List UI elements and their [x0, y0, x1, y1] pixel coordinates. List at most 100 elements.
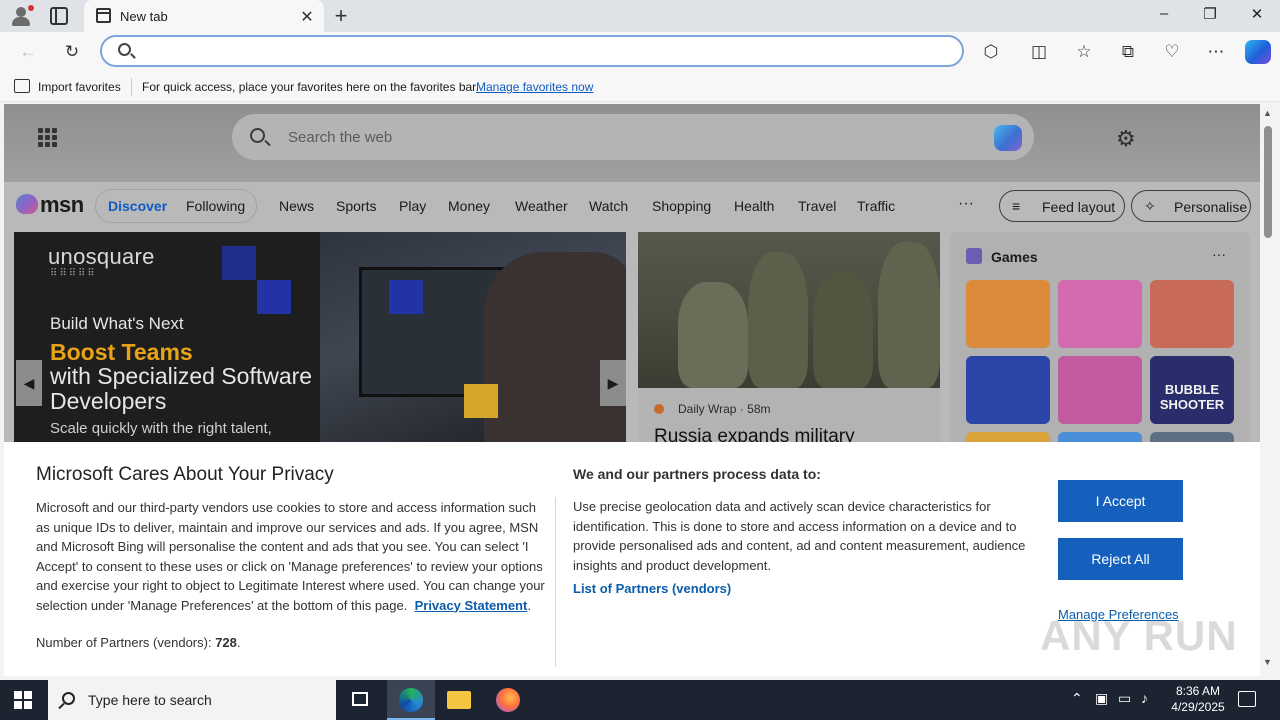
tab-actions-icon[interactable]	[50, 7, 68, 25]
page-scrollbar[interactable]: ▲ ▼	[1260, 104, 1280, 676]
refresh-icon[interactable]: ↻	[60, 40, 84, 64]
privacy-body: Microsoft and our third-party vendors us…	[36, 500, 545, 613]
tab-close-icon[interactable]: ✕	[298, 7, 316, 27]
game-tile[interactable]	[966, 356, 1050, 424]
developer-image	[484, 252, 626, 452]
privacy-statement-link[interactable]: Privacy Statement	[415, 598, 528, 613]
clock-date: 4/29/2025	[1171, 700, 1225, 714]
ad-line-4: Scale quickly with the right talent,	[50, 420, 272, 437]
extensions-icon[interactable]: ⬡	[979, 40, 1003, 64]
ad-line-3: with Specialized Software Developers	[50, 363, 313, 414]
scroll-down-icon[interactable]: ▼	[1263, 657, 1272, 667]
windows-taskbar: Type here to search ⌃ ▣ ▭ ♪ 8:36 AM 4/29…	[0, 680, 1280, 720]
hero-ad-card[interactable]: unosquare ⠿⠿⠿⠿⠿ Build What's Next Boost …	[14, 232, 626, 452]
game-tile[interactable]	[1150, 280, 1234, 348]
privacy-divider	[555, 497, 556, 667]
tab-new-tab[interactable]: New tab ✕	[84, 0, 324, 32]
reject-all-button[interactable]: Reject All	[1058, 538, 1183, 580]
nav-link-shopping[interactable]: Shopping	[652, 198, 711, 214]
address-input[interactable]	[138, 41, 938, 63]
collections-icon[interactable]: ⧉	[1116, 40, 1140, 64]
personalise-label: Personalise	[1174, 199, 1248, 215]
list-of-partners-link[interactable]: List of Partners (vendors)	[573, 581, 731, 596]
carousel-prev-icon[interactable]: ◀	[16, 360, 42, 406]
taskbar-clock[interactable]: 8:36 AM 4/29/2025	[1160, 683, 1236, 715]
nav-link-travel[interactable]: Travel	[798, 198, 836, 214]
accept-button[interactable]: I Accept	[1058, 480, 1183, 522]
game-tile-bubble-shooter[interactable]: BUBBLE SHOOTER	[1150, 356, 1234, 424]
nav-link-watch[interactable]: Watch	[589, 198, 628, 214]
game-tile-label: BUBBLE SHOOTER	[1159, 382, 1225, 412]
task-view-button[interactable]	[336, 680, 384, 720]
news-card[interactable]: Daily Wrap · 58m Russia expands military	[638, 232, 940, 452]
profile-icon[interactable]	[8, 4, 34, 28]
copilot-icon[interactable]	[1245, 40, 1271, 64]
split-screen-icon[interactable]: ◫	[1027, 40, 1051, 64]
personalise-button[interactable]: ✧ Personalise	[1131, 190, 1251, 222]
nav-link-traffic[interactable]: Traffic	[857, 198, 895, 214]
games-widget: Games ··· BUBBLE SHOOTER	[950, 232, 1250, 500]
notification-icon[interactable]	[1238, 691, 1256, 707]
firefox-icon	[496, 688, 520, 712]
nav-more-icon[interactable]: ···	[958, 195, 974, 213]
import-favorites-icon	[14, 79, 30, 93]
taskbar-file-explorer[interactable]	[435, 680, 483, 720]
scroll-up-icon[interactable]: ▲	[1263, 108, 1272, 118]
msn-butterfly-icon	[16, 194, 38, 214]
taskbar-firefox[interactable]	[484, 680, 532, 720]
new-tab-page-icon	[96, 8, 111, 23]
game-tile[interactable]	[1058, 356, 1142, 424]
web-search-box[interactable]: Search the web	[232, 114, 1034, 160]
taskbar-edge[interactable]	[387, 680, 435, 720]
settings-more-icon[interactable]: ⋯	[1204, 40, 1228, 64]
news-photo	[638, 232, 940, 388]
taskbar-search[interactable]: Type here to search	[48, 680, 336, 720]
search-icon	[250, 128, 265, 143]
address-bar[interactable]	[100, 35, 964, 67]
data-processing-body: Use precise geolocation data and activel…	[573, 499, 1026, 573]
windows-start-icon[interactable]	[14, 691, 32, 709]
import-favorites-button[interactable]: Import favorites	[38, 80, 121, 94]
volume-icon[interactable]: ♪	[1141, 690, 1148, 706]
device-icon[interactable]: ▣	[1095, 690, 1108, 707]
minimize-icon[interactable]: –	[1154, 5, 1174, 25]
manage-favorites-link[interactable]: Manage favorites now	[476, 80, 593, 94]
msn-header: Search the web ⚙	[4, 104, 1260, 182]
tab-discover[interactable]: Discover	[108, 198, 167, 214]
close-window-icon[interactable]: ✕	[1247, 5, 1267, 25]
gear-icon[interactable]: ⚙	[1116, 126, 1136, 152]
nav-link-sports[interactable]: Sports	[336, 198, 376, 214]
feed-layout-button[interactable]: ≡ Feed layout	[999, 190, 1125, 222]
network-icon[interactable]: ▭	[1118, 690, 1131, 707]
tab-following[interactable]: Following	[186, 198, 245, 214]
new-tab-button[interactable]: +	[331, 3, 351, 29]
nav-link-money[interactable]: Money	[448, 198, 490, 214]
restore-icon[interactable]: ❐	[1200, 5, 1220, 25]
nav-link-health[interactable]: Health	[734, 198, 774, 214]
clock-time: 8:36 AM	[1175, 684, 1221, 698]
nav-link-play[interactable]: Play	[399, 198, 426, 214]
copilot-icon[interactable]	[994, 125, 1022, 151]
favorites-icon[interactable]: ☆	[1072, 40, 1096, 64]
apps-grid-icon[interactable]	[38, 128, 58, 148]
game-tile[interactable]	[966, 280, 1050, 348]
browser-essentials-icon[interactable]: ♡	[1160, 40, 1184, 64]
anyrun-watermark: ANY RUN	[1040, 612, 1238, 659]
cube-image	[464, 384, 498, 418]
msn-nav-bar: msn Discover Following News Sports Play …	[4, 182, 1260, 230]
scroll-thumb[interactable]	[1264, 126, 1272, 238]
nav-link-news[interactable]: News	[279, 198, 314, 214]
favorites-divider	[131, 78, 132, 96]
game-tile[interactable]	[1058, 280, 1142, 348]
taskbar-search-placeholder: Type here to search	[88, 692, 212, 708]
nav-link-weather[interactable]: Weather	[515, 198, 568, 214]
show-hidden-icons-icon[interactable]: ⌃	[1071, 690, 1083, 707]
privacy-title: Microsoft Cares About Your Privacy	[36, 464, 334, 485]
games-icon	[966, 248, 982, 264]
back-icon[interactable]: ←	[16, 40, 40, 64]
source-logo-icon	[654, 404, 664, 414]
msn-logo-text: msn	[40, 192, 84, 217]
games-more-icon[interactable]: ···	[1212, 246, 1226, 262]
carousel-next-icon[interactable]: ▶	[600, 360, 626, 406]
sliders-icon: ≡	[1012, 198, 1021, 214]
